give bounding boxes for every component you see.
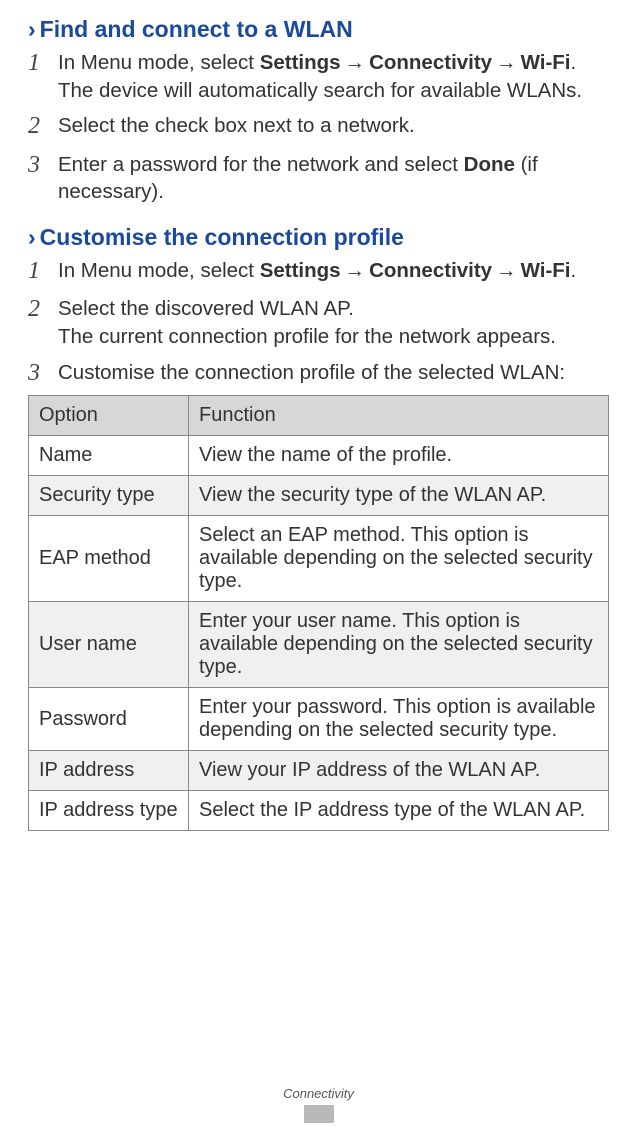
step-2-2: 2 Select the discovered WLAN AP. The cur… bbox=[28, 293, 609, 350]
footer-page-bar bbox=[304, 1105, 334, 1123]
step-2-3: 3 Customise the connection profile of th… bbox=[28, 357, 609, 389]
path-connectivity: Connectivity bbox=[369, 51, 492, 74]
section-heading-customise: ›Customise the connection profile bbox=[28, 224, 609, 251]
step-number: 3 bbox=[28, 357, 58, 389]
text: In Menu mode, select bbox=[58, 259, 260, 282]
step-body: Select the check box next to a network. bbox=[58, 110, 609, 140]
step-body: In Menu mode, select Settings→Connectivi… bbox=[58, 255, 609, 285]
cell-option: IP address bbox=[29, 751, 189, 791]
connection-profile-table: Option Function Name View the name of th… bbox=[28, 395, 609, 831]
cell-function: Enter your user name. This option is ava… bbox=[189, 602, 609, 688]
table-row: Password Enter your password. This optio… bbox=[29, 688, 609, 751]
step-number: 2 bbox=[28, 293, 58, 325]
step-number: 3 bbox=[28, 149, 58, 181]
table-row: User name Enter your user name. This opt… bbox=[29, 602, 609, 688]
chevron-icon: › bbox=[28, 16, 36, 42]
arrow-icon: → bbox=[345, 259, 366, 282]
cell-function: View the security type of the WLAN AP. bbox=[189, 476, 609, 516]
step-2-1: 1 In Menu mode, select Settings→Connecti… bbox=[28, 255, 609, 287]
cell-option: IP address type bbox=[29, 791, 189, 831]
text-line2: The current connection profile for the n… bbox=[58, 325, 556, 348]
section-heading-find-connect: ›Find and connect to a WLAN bbox=[28, 16, 609, 43]
cell-option: User name bbox=[29, 602, 189, 688]
step-number: 2 bbox=[28, 110, 58, 142]
path-connectivity: Connectivity bbox=[369, 259, 492, 282]
path-wifi: Wi-Fi bbox=[521, 259, 571, 282]
table-row: Security type View the security type of … bbox=[29, 476, 609, 516]
text-line1: Select the discovered WLAN AP. bbox=[58, 297, 354, 320]
arrow-icon: → bbox=[345, 51, 366, 74]
chevron-icon: › bbox=[28, 224, 36, 250]
step-number: 1 bbox=[28, 47, 58, 79]
step-body: In Menu mode, select Settings→Connectivi… bbox=[58, 47, 609, 104]
page-footer: Connectivity bbox=[0, 1086, 637, 1123]
table-row: IP address type Select the IP address ty… bbox=[29, 791, 609, 831]
cell-function: Select an EAP method. This option is ava… bbox=[189, 516, 609, 602]
text: . bbox=[571, 259, 577, 282]
table-row: Name View the name of the profile. bbox=[29, 436, 609, 476]
table-row: IP address View your IP address of the W… bbox=[29, 751, 609, 791]
cell-function: Select the IP address type of the WLAN A… bbox=[189, 791, 609, 831]
step-1-1: 1 In Menu mode, select Settings→Connecti… bbox=[28, 47, 609, 104]
cell-option: EAP method bbox=[29, 516, 189, 602]
step-body: Customise the connection profile of the … bbox=[58, 357, 609, 387]
path-wifi: Wi-Fi bbox=[521, 51, 571, 74]
done-label: Done bbox=[464, 153, 515, 176]
step-1-2: 2 Select the check box next to a network… bbox=[28, 110, 609, 142]
step-number: 1 bbox=[28, 255, 58, 287]
cell-function: Enter your password. This option is avai… bbox=[189, 688, 609, 751]
table-row: EAP method Select an EAP method. This op… bbox=[29, 516, 609, 602]
header-option: Option bbox=[29, 396, 189, 436]
cell-option: Password bbox=[29, 688, 189, 751]
path-settings: Settings bbox=[260, 259, 341, 282]
text: Enter a password for the network and sel… bbox=[58, 153, 464, 176]
path-settings: Settings bbox=[260, 51, 341, 74]
footer-label: Connectivity bbox=[0, 1086, 637, 1101]
arrow-icon: → bbox=[496, 51, 517, 74]
cell-function: View the name of the profile. bbox=[189, 436, 609, 476]
step-body: Enter a password for the network and sel… bbox=[58, 149, 609, 206]
table-header-row: Option Function bbox=[29, 396, 609, 436]
heading-text: Find and connect to a WLAN bbox=[40, 16, 353, 42]
cell-option: Name bbox=[29, 436, 189, 476]
cell-option: Security type bbox=[29, 476, 189, 516]
arrow-icon: → bbox=[496, 259, 517, 282]
heading-text: Customise the connection profile bbox=[40, 224, 404, 250]
text: In Menu mode, select bbox=[58, 51, 260, 74]
step-1-3: 3 Enter a password for the network and s… bbox=[28, 149, 609, 206]
cell-function: View your IP address of the WLAN AP. bbox=[189, 751, 609, 791]
header-function: Function bbox=[189, 396, 609, 436]
step-body: Select the discovered WLAN AP. The curre… bbox=[58, 293, 609, 350]
